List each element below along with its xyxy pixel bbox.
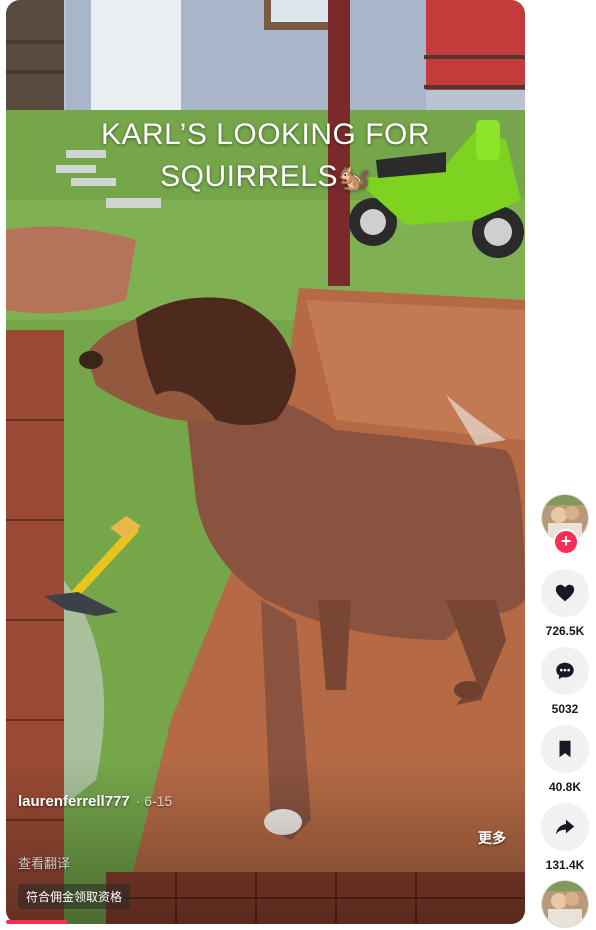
- follow-button[interactable]: +: [553, 529, 579, 555]
- more-button[interactable]: 更多: [478, 828, 506, 848]
- squirrel-emoji: 🐿️: [338, 162, 371, 192]
- caption-line-2-text: SQUIRRELS: [160, 160, 338, 193]
- translate-link[interactable]: 查看翻译: [18, 853, 70, 872]
- share-button[interactable]: [541, 803, 589, 851]
- video-caption-overlay: KARL’S LOOKING FOR SQUIRRELS🐿️: [6, 114, 525, 198]
- share-arrow-icon: [555, 819, 575, 835]
- caption-line-2: SQUIRRELS🐿️: [6, 156, 525, 198]
- bookmark-icon: [559, 740, 571, 758]
- author-info: laurenferrell777 · 6-15: [18, 793, 172, 810]
- favorite-button[interactable]: [541, 725, 589, 773]
- share-count: 131.4K: [545, 858, 585, 872]
- author-username[interactable]: laurenferrell777: [18, 793, 130, 810]
- comment-bubble-icon: [556, 662, 574, 680]
- comment-count: 5032: [551, 702, 579, 716]
- video-progress-bar[interactable]: [6, 920, 68, 924]
- video-player[interactable]: KARL’S LOOKING FOR SQUIRRELS🐿️ laurenfer…: [6, 0, 525, 924]
- post-date: · 6-15: [135, 793, 173, 809]
- comment-button[interactable]: [541, 647, 589, 695]
- heart-icon: [555, 584, 575, 602]
- favorite-count: 40.8K: [548, 780, 582, 794]
- like-count: 726.5K: [545, 624, 585, 638]
- like-button[interactable]: [541, 569, 589, 617]
- music-disc-avatar[interactable]: [541, 880, 589, 928]
- caption-line-1: KARL’S LOOKING FOR: [100, 118, 431, 151]
- commission-badge: 符合佣金领取资格: [18, 884, 131, 909]
